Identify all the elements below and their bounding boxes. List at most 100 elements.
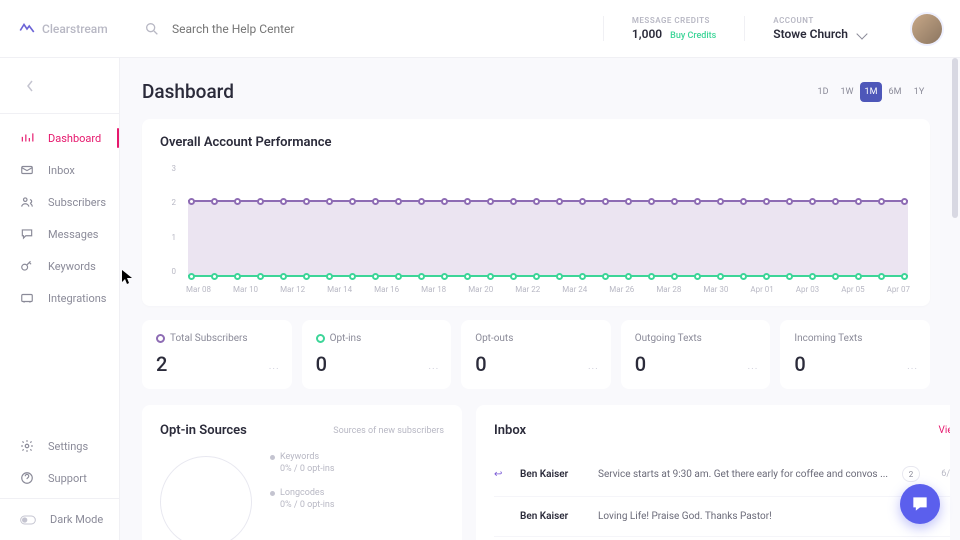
y-tick: 3 [160, 164, 176, 173]
credits-label: MESSAGE CREDITS [632, 16, 716, 25]
view-all-link[interactable]: View All [939, 425, 950, 436]
chart-card: Overall Account Performance 3 2 1 0 Mar … [142, 119, 930, 306]
stat-label: Incoming Texts [794, 333, 862, 344]
sidebar-item-label: Support [48, 472, 87, 485]
credits-amount: 1,000 [632, 27, 662, 41]
sidebar-item-integrations[interactable]: Integrations [0, 282, 119, 314]
dark-mode-label: Dark Mode [50, 513, 103, 526]
account-label: ACCOUNT [773, 16, 866, 25]
stat-optins[interactable]: Opt-ins 0 ··· [302, 320, 452, 389]
sidebar-item-support[interactable]: Support [0, 462, 119, 494]
stats-row: Total Subscribers 2 ··· Opt-ins 0 ··· Op… [142, 320, 930, 389]
legend-item: Longcodes 0% / 0 opt-ins [270, 488, 335, 510]
optin-legend: Keywords 0% / 0 opt-ins Longcodes 0% / 0… [270, 452, 335, 540]
chart-fill [188, 201, 908, 276]
stat-outgoing[interactable]: Outgoing Texts 0 ··· [621, 320, 771, 389]
sidebar-item-label: Dashboard [48, 132, 101, 145]
range-1m[interactable]: 1M [860, 82, 882, 102]
stat-label: Total Subscribers [170, 333, 248, 344]
sidebar-item-label: Inbox [48, 164, 75, 177]
stat-incoming[interactable]: Incoming Texts 0 ··· [780, 320, 930, 389]
inbox-msg: Loving Life! Praise God. Thanks Pastor! [598, 511, 920, 522]
subscribers-icon [20, 195, 34, 209]
stat-label: Outgoing Texts [635, 333, 702, 344]
reply-icon: ↩ [494, 469, 506, 480]
inbox-sender: Ben Kaiser [520, 511, 584, 522]
inbox-rows: ↩ Ben Kaiser Service starts at 9:30 am. … [494, 452, 950, 537]
gear-icon [20, 439, 34, 453]
chart-title: Overall Account Performance [160, 135, 912, 150]
donut-chart [160, 456, 252, 540]
stat-value: 0 [316, 352, 438, 376]
sidebar: Dashboard Inbox Subscribers Messages Key… [0, 58, 120, 540]
stat-trend: ··· [907, 364, 918, 375]
search-container [120, 21, 603, 37]
stat-total-subscribers[interactable]: Total Subscribers 2 ··· [142, 320, 292, 389]
sidebar-item-settings[interactable]: Settings [0, 430, 119, 462]
buy-credits-link[interactable]: Buy Credits [670, 31, 716, 41]
stat-value: 2 [156, 352, 278, 376]
legend-value: 0% / 0 opt-ins [270, 464, 335, 474]
messages-icon [20, 227, 34, 241]
sidebar-item-label: Integrations [48, 292, 106, 305]
inbox-title: Inbox [494, 423, 526, 438]
range-1w[interactable]: 1W [836, 82, 858, 102]
sidebar-item-subscribers[interactable]: Subscribers [0, 186, 119, 218]
y-tick: 1 [160, 233, 176, 242]
scrollbar[interactable] [952, 58, 958, 540]
legend-name: Keywords [280, 452, 319, 462]
keywords-icon [20, 259, 34, 273]
sidebar-item-label: Messages [48, 228, 98, 241]
dashboard-icon [20, 131, 34, 145]
sidebar-item-label: Settings [48, 440, 88, 453]
stat-trend: ··· [588, 364, 599, 375]
x-axis: Mar 08Mar 10Mar 12Mar 14Mar 16Mar 18Mar … [184, 285, 912, 294]
optin-title: Opt-in Sources [160, 423, 247, 438]
search-input[interactable] [172, 22, 432, 36]
account-block[interactable]: ACCOUNT Stowe Church [744, 16, 894, 41]
sidebar-item-messages[interactable]: Messages [0, 218, 119, 250]
avatar[interactable] [912, 14, 942, 44]
stat-trend: ··· [269, 364, 280, 375]
sidebar-bottom: Settings Support [0, 430, 119, 498]
legend-item: Keywords 0% / 0 opt-ins [270, 452, 335, 474]
y-tick: 2 [160, 198, 176, 207]
sidebar-item-keywords[interactable]: Keywords [0, 250, 119, 282]
stat-label: Opt-outs [475, 333, 513, 344]
inbox-sender: Ben Kaiser [520, 469, 584, 480]
chart: 3 2 1 0 Mar 08Mar 10Mar 12Mar 14Mar 16Ma… [160, 164, 912, 294]
legend-value: 0% / 0 opt-ins [270, 500, 335, 510]
inbox-date: 6/26/19 [934, 469, 950, 479]
inbox-row[interactable]: ↩ Ben Kaiser Service starts at 9:30 am. … [494, 452, 950, 497]
inbox-row[interactable]: Ben Kaiser Loving Life! Praise God. Than… [494, 497, 950, 537]
inbox-badge: 2 [902, 466, 920, 482]
sidebar-nav: Dashboard Inbox Subscribers Messages Key… [0, 114, 119, 430]
range-6m[interactable]: 6M [884, 82, 906, 102]
chat-fab[interactable] [900, 484, 940, 524]
help-icon [20, 471, 34, 485]
optin-subtitle: Sources of new subscribers [333, 426, 444, 436]
inbox-icon [20, 163, 34, 177]
range-1d[interactable]: 1D [812, 82, 834, 102]
main: Dashboard 1D 1W 1M 6M 1Y Overall Account… [120, 58, 950, 540]
inbox-panel: Inbox View All ↩ Ben Kaiser Service star… [476, 405, 950, 540]
bullet-icon [270, 455, 275, 460]
sidebar-back[interactable] [0, 58, 119, 114]
scrollbar-thumb[interactable] [952, 58, 958, 218]
stat-optouts[interactable]: Opt-outs 0 ··· [461, 320, 611, 389]
brand-logo[interactable]: Clearstream [0, 20, 120, 38]
stat-trend: ··· [748, 364, 759, 375]
dark-mode-toggle[interactable]: Dark Mode [0, 498, 119, 540]
stat-value: 0 [635, 352, 757, 376]
sidebar-item-inbox[interactable]: Inbox [0, 154, 119, 186]
bullet-icon [270, 491, 275, 496]
ring-icon [316, 334, 325, 343]
stat-value: 0 [794, 352, 916, 376]
integrations-icon [20, 291, 34, 305]
chevron-down-icon [856, 28, 867, 39]
sidebar-item-dashboard[interactable]: Dashboard [0, 122, 119, 154]
range-1y[interactable]: 1Y [908, 82, 930, 102]
toggle-icon [20, 515, 36, 525]
panels: Opt-in Sources Sources of new subscriber… [142, 405, 930, 540]
sidebar-item-label: Keywords [48, 260, 96, 273]
